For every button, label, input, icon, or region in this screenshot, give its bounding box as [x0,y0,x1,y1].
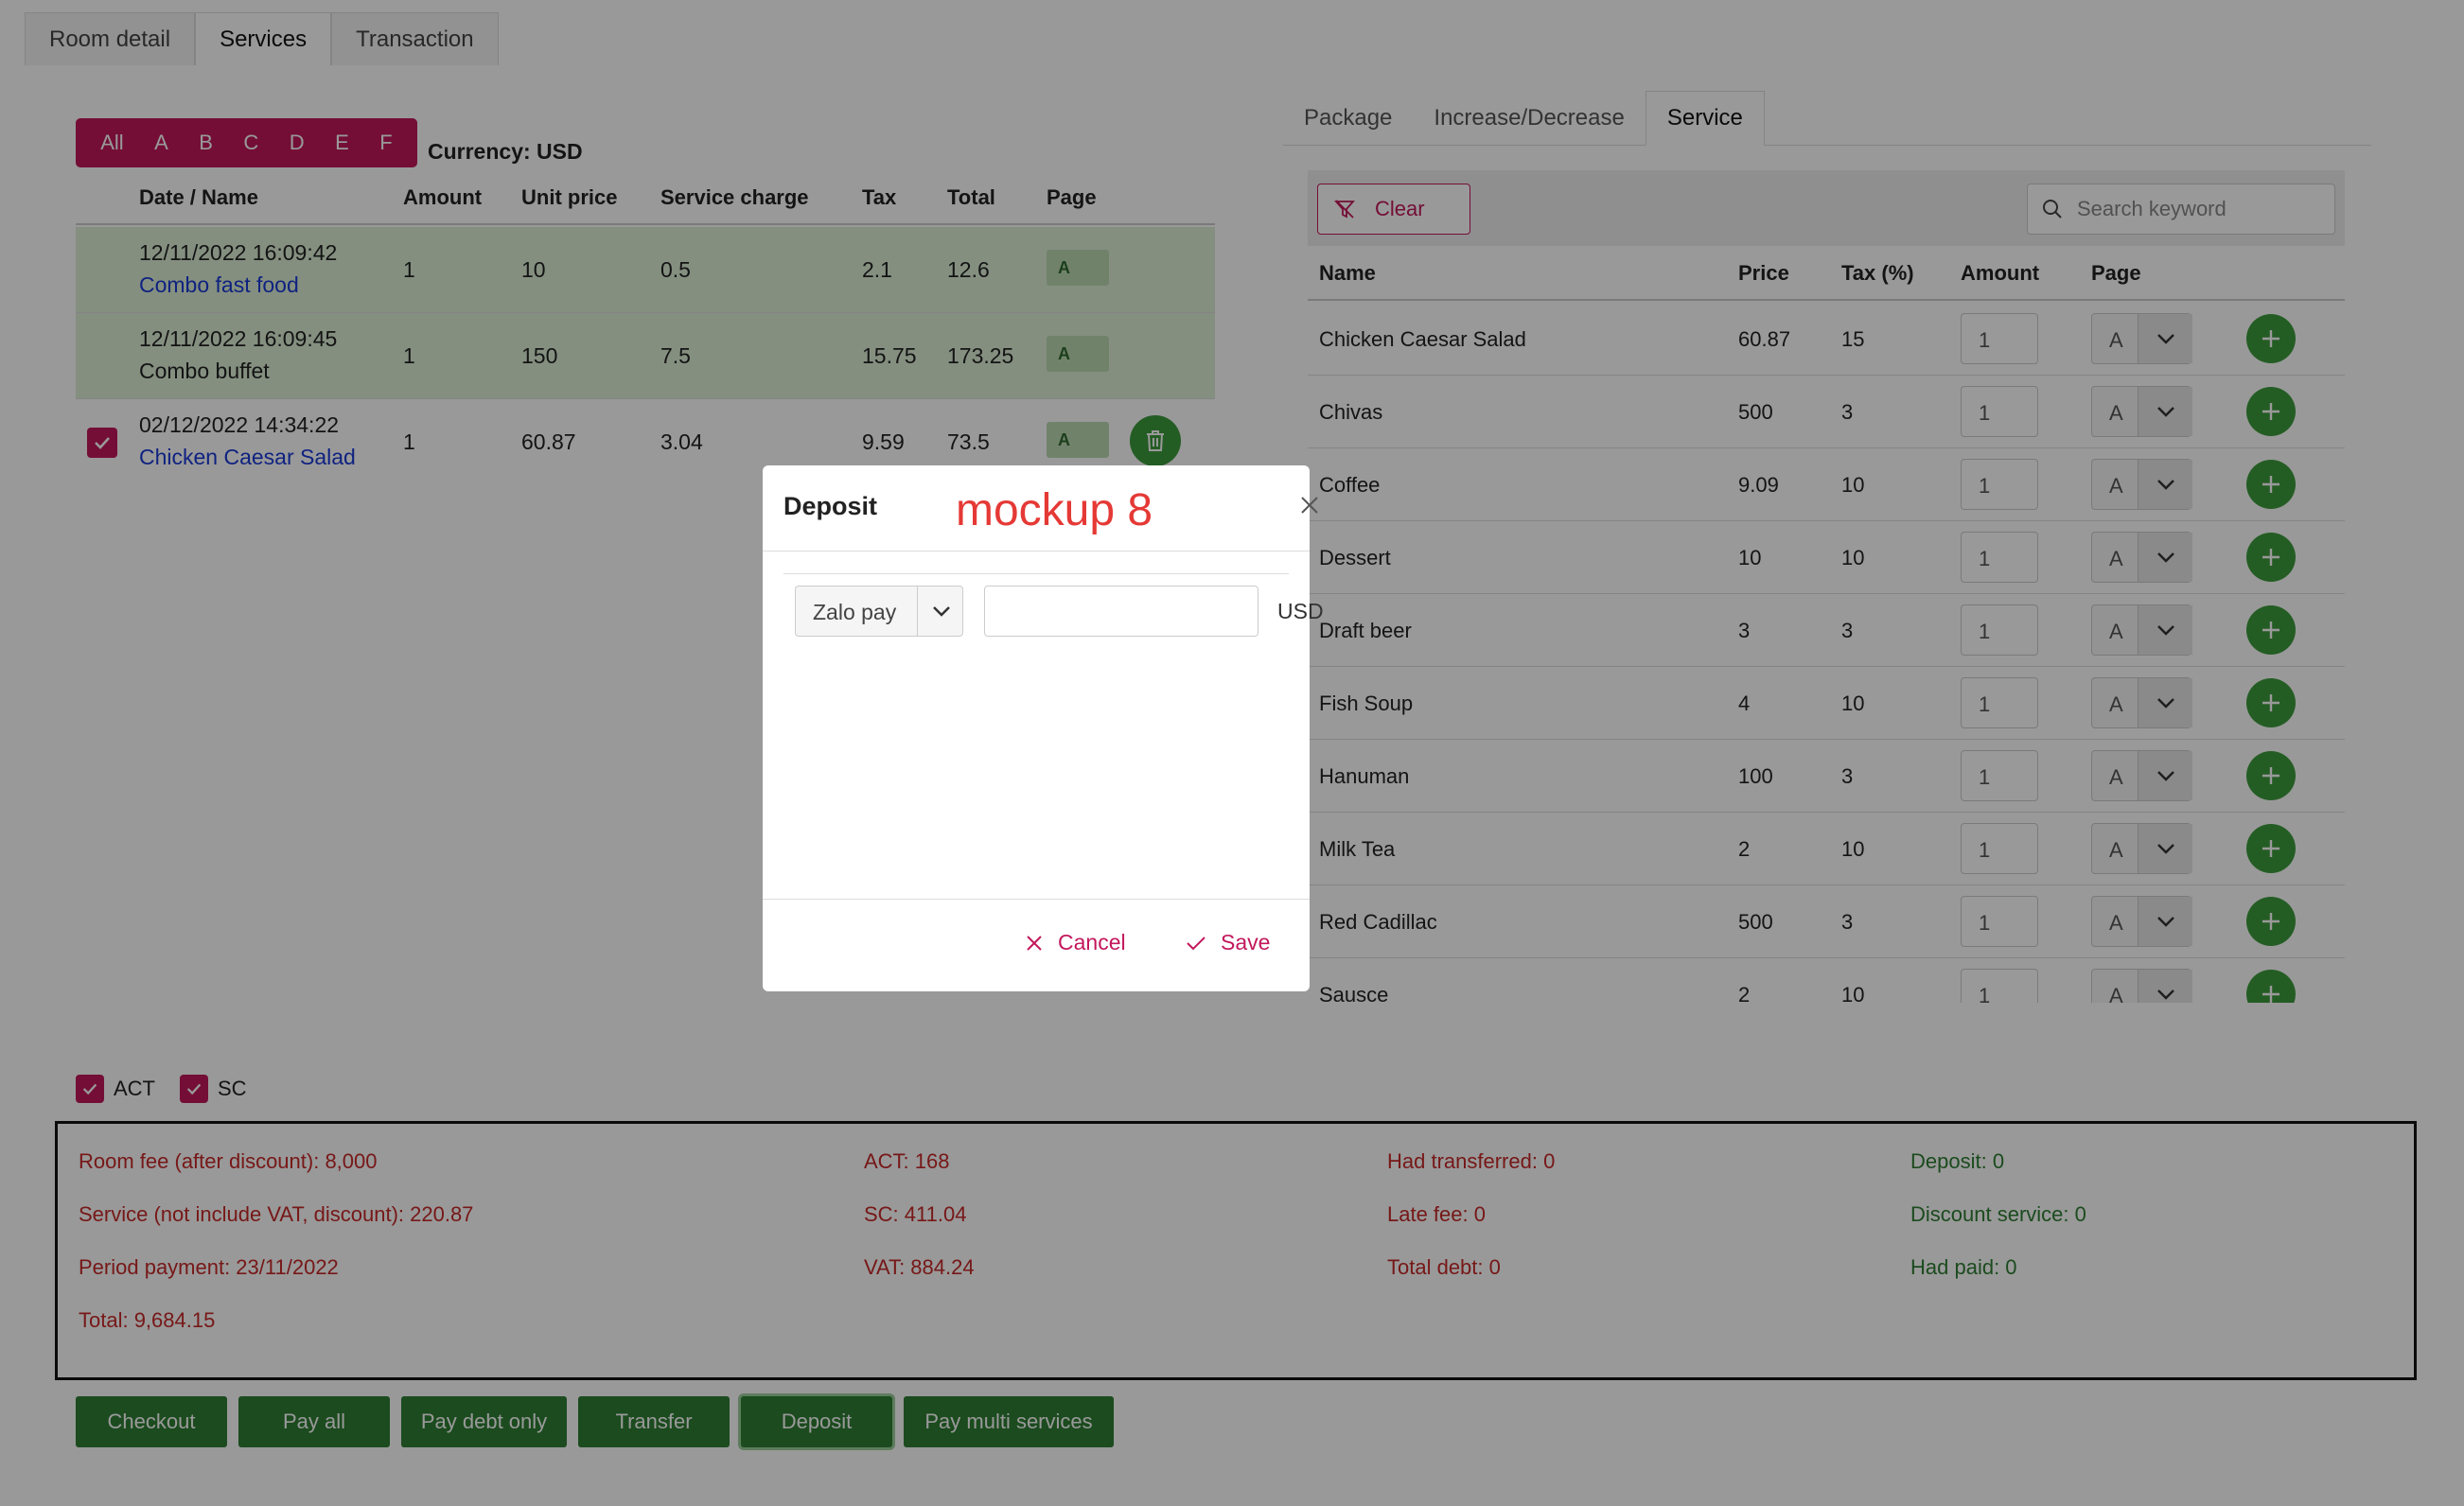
dialog-title: Deposit [783,492,878,520]
cancel-label: Cancel [1058,930,1126,954]
close-icon [1301,497,1318,514]
payment-method-select[interactable]: Zalo pay [795,586,963,637]
deposit-amount-input[interactable] [984,586,1258,637]
chevron-down-icon [917,587,964,636]
cancel-button[interactable]: Cancel [1024,930,1126,955]
close-button[interactable] [1298,494,1321,522]
check-icon [1187,936,1206,950]
payment-method-value: Zalo pay [813,600,897,624]
dialog-divider [763,551,1310,552]
mockup-label: mockup 8 [956,485,1153,535]
dialog-divider [783,573,1289,574]
save-label: Save [1221,930,1271,954]
save-button[interactable]: Save [1185,930,1270,955]
close-icon [1027,935,1042,951]
dialog-footer [763,899,1310,900]
deposit-dialog: Deposit mockup 8 Zalo pay USD Cancel Sav… [763,465,1324,991]
currency-unit: USD [1277,599,1324,623]
